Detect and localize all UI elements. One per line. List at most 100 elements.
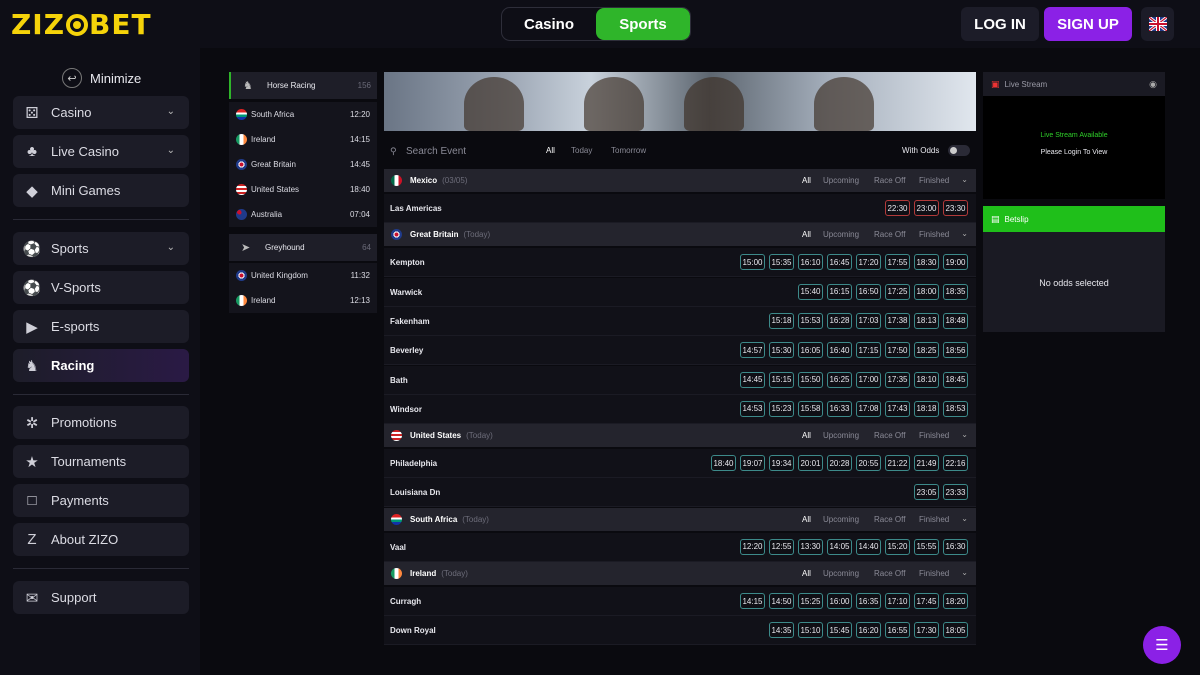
sport-country-row[interactable]: Great Britain 14:45 [229,152,377,177]
race-time-chip[interactable]: 15:18 [769,312,794,329]
race-time-chip[interactable]: 18:35 [943,283,968,300]
group-filter-upcoming[interactable]: Upcoming [823,515,859,524]
race-time-chip[interactable]: 16:05 [798,342,823,359]
race-time-chip[interactable]: 16:10 [798,254,823,271]
zizobet-logo[interactable]: ZIZ BET [11,8,152,41]
race-time-chip[interactable]: 18:40 [711,455,736,472]
sidebar-item-promotions[interactable]: ✲ Promotions [13,406,189,439]
group-filter-finished[interactable]: Finished [919,569,949,578]
track-name[interactable]: Curragh [390,597,421,606]
sidebar-item-mini-games[interactable]: ◆ Mini Games [13,174,189,207]
group-filter-finished[interactable]: Finished [919,230,949,239]
chevron-down-icon[interactable]: ⌄ [961,514,968,523]
chevron-down-icon[interactable]: ⌄ [961,175,968,184]
race-time-chip[interactable]: 17:35 [885,371,910,388]
race-time-chip[interactable]: 23:05 [914,484,939,501]
sidebar-item-v-sports[interactable]: ⚽ V-Sports [13,271,189,304]
chevron-down-icon[interactable]: ⌄ [961,568,968,577]
race-time-chip[interactable]: 15:30 [769,342,794,359]
sidebar-item-payments[interactable]: □ Payments [13,484,189,517]
race-time-chip[interactable]: 21:49 [914,455,939,472]
race-time-chip[interactable]: 15:23 [769,400,794,417]
filter-today[interactable]: Today [571,146,592,155]
sidebar-item-sports[interactable]: ⚽ Sports ⌄ [13,232,189,265]
race-time-chip[interactable]: 21:22 [885,455,910,472]
sport-country-row[interactable]: Australia 07:04 [229,202,377,227]
search-event-input[interactable] [406,144,546,158]
group-filter-all[interactable]: All [802,515,811,524]
group-filter-finished[interactable]: Finished [919,176,949,185]
sidebar-item-tournaments[interactable]: ★ Tournaments [13,445,189,478]
race-time-chip[interactable]: 18:25 [914,342,939,359]
group-filter-race-off[interactable]: Race Off [874,230,905,239]
sidebar-item-e-sports[interactable]: ▶ E-sports [13,310,189,343]
race-time-chip[interactable]: 23:33 [943,484,968,501]
race-time-chip[interactable]: 19:07 [740,455,765,472]
race-time-chip[interactable]: 17:55 [885,254,910,271]
race-time-chip[interactable]: 16:00 [827,593,852,609]
race-time-chip[interactable]: 16:55 [885,622,910,639]
country-group-header[interactable]: South Africa (Today) All Upcoming Race Off Fi… [384,507,976,531]
chat-support-button[interactable]: ☰ [1143,626,1181,664]
race-time-chip[interactable]: 15:50 [798,371,823,388]
with-odds-toggle[interactable] [948,145,970,156]
race-time-chip[interactable]: 16:35 [856,593,881,609]
group-filter-race-off[interactable]: Race Off [874,431,905,440]
race-time-chip[interactable]: 16:25 [827,371,852,388]
race-time-chip[interactable]: 18:20 [943,593,968,609]
race-time-chip[interactable]: 15:10 [798,622,823,639]
race-time-chip[interactable]: 17:25 [885,283,910,300]
track-name[interactable]: Las Americas [390,204,442,213]
group-filter-finished[interactable]: Finished [919,431,949,440]
race-time-chip[interactable]: 18:18 [914,400,939,417]
race-time-chip[interactable]: 18:05 [943,622,968,639]
group-filter-upcoming[interactable]: Upcoming [823,230,859,239]
race-time-chip[interactable]: 16:45 [827,254,852,271]
group-filter-race-off[interactable]: Race Off [874,515,905,524]
group-filter-upcoming[interactable]: Upcoming [823,176,859,185]
casino-switch-button[interactable]: Casino [502,8,596,40]
race-time-chip[interactable]: 23:00 [914,200,939,216]
group-filter-all[interactable]: All [802,431,811,440]
race-time-chip[interactable]: 16:30 [943,538,968,555]
race-time-chip[interactable]: 19:00 [943,254,968,271]
sport-country-row[interactable]: South Africa 12:20 [229,102,377,127]
race-time-chip[interactable]: 15:15 [769,371,794,388]
group-filter-race-off[interactable]: Race Off [874,569,905,578]
race-time-chip[interactable]: 18:53 [943,400,968,417]
chevron-down-icon[interactable]: ⌄ [961,229,968,238]
sport-country-row[interactable]: United States 18:40 [229,177,377,202]
chevron-down-icon[interactable]: ⌄ [961,430,968,439]
race-time-chip[interactable]: 15:53 [798,312,823,329]
track-name[interactable]: Louisiana Dn [390,488,440,497]
sidebar-item-casino[interactable]: ⚄ Casino ⌄ [13,96,189,129]
race-time-chip[interactable]: 12:20 [740,538,765,555]
race-time-chip[interactable]: 14:45 [740,371,765,388]
race-time-chip[interactable]: 14:57 [740,342,765,359]
race-time-chip[interactable]: 15:25 [798,593,823,609]
race-time-chip[interactable]: 14:53 [740,400,765,417]
sidebar-item-support[interactable]: ✉ Support [13,581,189,614]
track-name[interactable]: Beverley [390,346,423,355]
live-stream-header[interactable]: ▣ Live Stream ◉ [983,72,1165,96]
race-time-chip[interactable]: 15:20 [885,538,910,555]
country-group-header[interactable]: Great Britain (Today) All Upcoming Race Off F… [384,223,976,247]
group-filter-race-off[interactable]: Race Off [874,176,905,185]
country-group-header[interactable]: Mexico (03/05) All Upcoming Race Off Finished… [384,169,976,192]
race-time-chip[interactable]: 15:35 [769,254,794,271]
betslip-header[interactable]: ▤ Betslip [983,206,1165,232]
race-time-chip[interactable]: 22:16 [943,455,968,472]
race-time-chip[interactable]: 16:33 [827,400,852,417]
sport-horse-racing[interactable]: ♞ Horse Racing 156 [229,72,377,99]
race-time-chip[interactable]: 17:15 [856,342,881,359]
race-time-chip[interactable]: 18:13 [914,312,939,329]
group-filter-all[interactable]: All [802,230,811,239]
track-name[interactable]: Windsor [390,405,422,414]
race-time-chip[interactable]: 16:28 [827,312,852,329]
filter-all[interactable]: All [546,146,555,155]
race-time-chip[interactable]: 18:56 [943,342,968,359]
country-group-header[interactable]: United States (Today) All Upcoming Race Off F… [384,424,976,448]
race-time-chip[interactable]: 19:34 [769,455,794,472]
track-name[interactable]: Kempton [390,258,425,267]
race-time-chip[interactable]: 17:43 [885,400,910,417]
